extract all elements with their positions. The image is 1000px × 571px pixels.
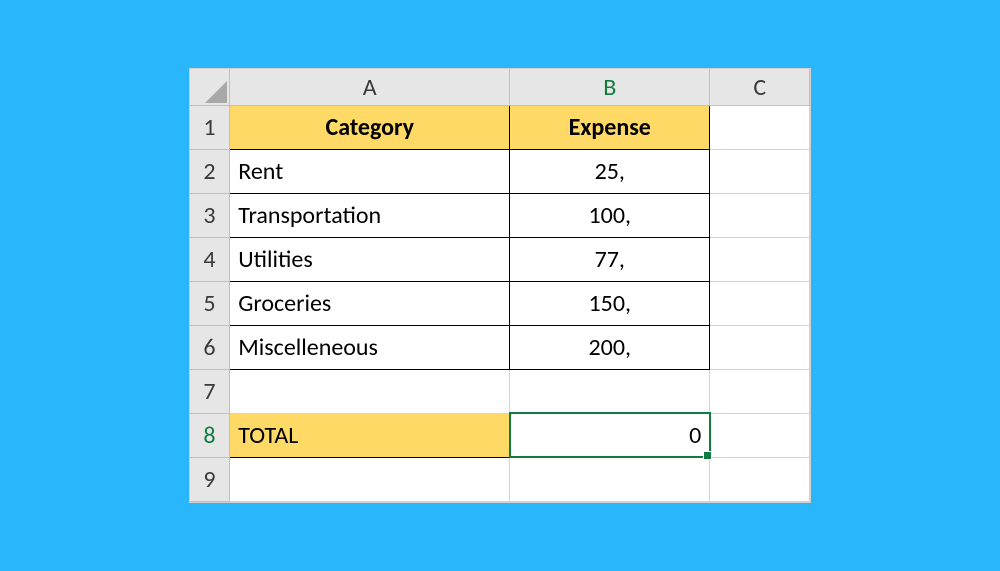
row-header-7[interactable]: 7 <box>190 369 230 413</box>
cell-B6[interactable]: 200, <box>510 325 710 369</box>
cell-A2[interactable]: Rent <box>230 149 510 193</box>
cell-B3[interactable]: 100, <box>510 193 710 237</box>
cell-C6[interactable] <box>710 325 810 369</box>
cell-C4[interactable] <box>710 237 810 281</box>
cell-A4[interactable]: Utilities <box>230 237 510 281</box>
cell-C7[interactable] <box>710 369 810 413</box>
row-header-9[interactable]: 9 <box>190 457 230 501</box>
cell-A3[interactable]: Transportation <box>230 193 510 237</box>
cell-C8[interactable] <box>710 413 810 457</box>
cell-B1[interactable]: Expense <box>510 105 710 149</box>
spreadsheet: A B C 1 Category Expense 2 Rent 25, 3 Tr… <box>189 68 812 503</box>
cell-A1[interactable]: Category <box>230 105 510 149</box>
cell-B4[interactable]: 77, <box>510 237 710 281</box>
row-header-8[interactable]: 8 <box>190 413 230 457</box>
col-header-B[interactable]: B <box>510 69 710 105</box>
cell-C2[interactable] <box>710 149 810 193</box>
cell-B7[interactable] <box>510 369 710 413</box>
col-header-C[interactable]: C <box>710 69 810 105</box>
cell-B8[interactable]: 0 <box>510 413 710 457</box>
cell-A7[interactable] <box>230 369 510 413</box>
row-header-1[interactable]: 1 <box>190 105 230 149</box>
cell-C9[interactable] <box>710 457 810 501</box>
col-header-A[interactable]: A <box>230 69 510 105</box>
row-header-3[interactable]: 3 <box>190 193 230 237</box>
cell-A9[interactable] <box>230 457 510 501</box>
row-header-5[interactable]: 5 <box>190 281 230 325</box>
cell-A6[interactable]: Miscelleneous <box>230 325 510 369</box>
cell-B9[interactable] <box>510 457 710 501</box>
select-all-corner[interactable] <box>190 69 230 105</box>
cell-A5[interactable]: Groceries <box>230 281 510 325</box>
cell-B5[interactable]: 150, <box>510 281 710 325</box>
cell-B2[interactable]: 25, <box>510 149 710 193</box>
row-header-6[interactable]: 6 <box>190 325 230 369</box>
cell-C3[interactable] <box>710 193 810 237</box>
grid: A B C 1 Category Expense 2 Rent 25, 3 Tr… <box>190 69 811 502</box>
cell-C5[interactable] <box>710 281 810 325</box>
cell-A8[interactable]: TOTAL <box>230 413 510 457</box>
row-header-4[interactable]: 4 <box>190 237 230 281</box>
cell-C1[interactable] <box>710 105 810 149</box>
row-header-2[interactable]: 2 <box>190 149 230 193</box>
